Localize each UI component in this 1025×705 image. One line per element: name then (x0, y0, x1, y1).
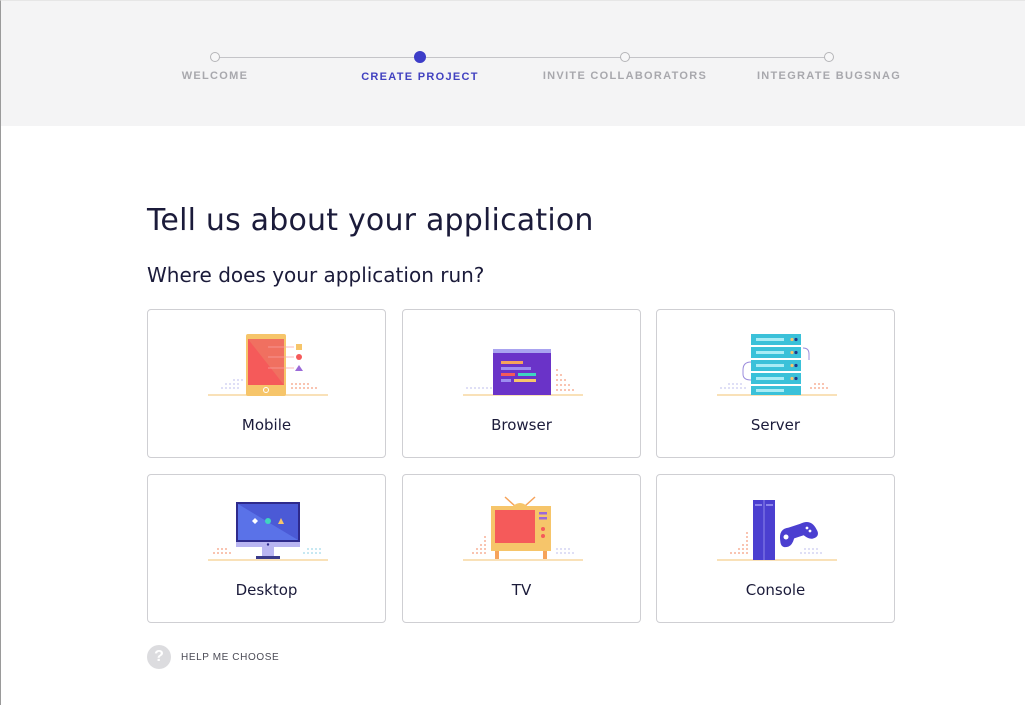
option-card-desktop[interactable]: Desktop (147, 474, 386, 623)
step-label: CREATE PROJECT (361, 71, 479, 83)
step-dot (620, 52, 630, 62)
step-label: WELCOME (181, 70, 249, 82)
section-subtitle: Where does your application run? (147, 263, 485, 287)
option-label: Server (750, 416, 801, 434)
option-label: Console (745, 581, 806, 599)
option-card-console[interactable]: Console (656, 474, 895, 623)
step-dot (824, 52, 834, 62)
browser-icon (463, 349, 583, 396)
help-label: HELP ME CHOOSE (181, 651, 280, 663)
step-integrate-bugsnag[interactable]: INTEGRATE BUGSNAG (729, 52, 929, 82)
option-card-server[interactable]: Server (656, 309, 895, 458)
help-me-choose-link[interactable]: ? HELP ME CHOOSE (147, 645, 279, 669)
desktop-icon (208, 502, 328, 561)
step-welcome[interactable]: WELCOME (115, 52, 315, 82)
tv-icon (463, 496, 583, 561)
option-card-mobile[interactable]: Mobile (147, 309, 386, 458)
option-label: Desktop (235, 581, 298, 599)
step-create-project[interactable]: CREATE PROJECT (320, 51, 520, 83)
step-label: INVITE COLLABORATORS (542, 70, 708, 82)
option-label: Browser (491, 416, 552, 434)
step-label: INTEGRATE BUGSNAG (756, 70, 902, 82)
option-label: Mobile (241, 416, 292, 434)
option-card-browser[interactable]: Browser (402, 309, 641, 458)
option-card-tv[interactable]: TV (402, 474, 641, 623)
progress-stepper: WELCOME CREATE PROJECT INVITE COLLABORAT… (1, 1, 1025, 126)
option-label: TV (511, 581, 532, 599)
step-invite-collaborators[interactable]: INVITE COLLABORATORS (525, 52, 725, 82)
step-dot (210, 52, 220, 62)
mobile-icon (208, 334, 328, 396)
step-dot-active (414, 51, 426, 63)
console-icon (717, 500, 837, 561)
question-icon: ? (147, 645, 171, 669)
server-icon (717, 334, 837, 396)
page-title: Tell us about your application (147, 203, 594, 238)
